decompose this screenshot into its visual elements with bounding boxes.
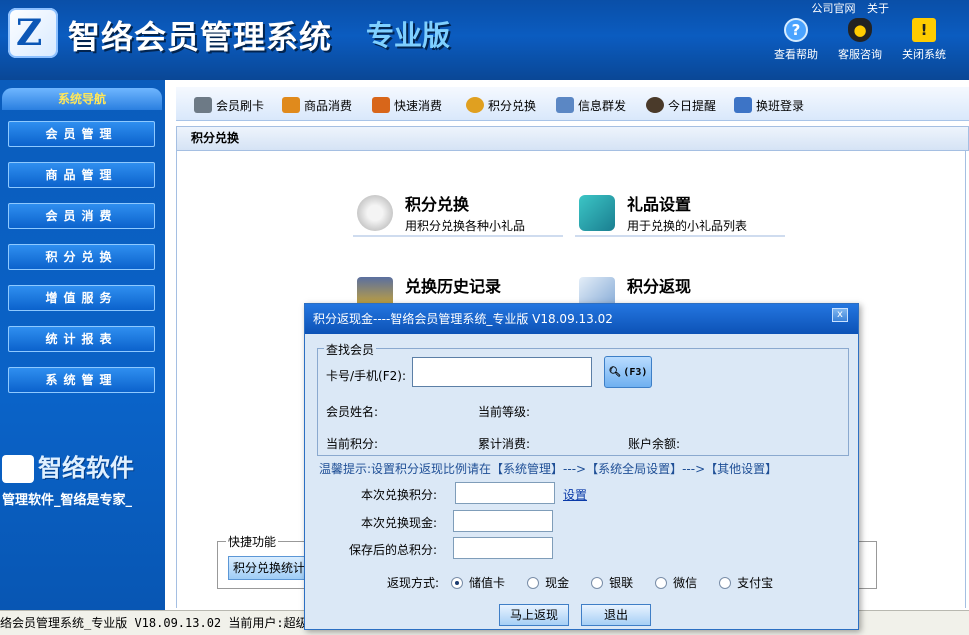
nav-item-consume[interactable]: 会员消费 <box>8 203 155 229</box>
radio-cash[interactable] <box>527 576 540 589</box>
warning-icon: ! <box>912 18 936 42</box>
nav-item-points[interactable]: 积分兑换 <box>8 244 155 270</box>
brand-block: 智络软件 管理软件_智络是专家_ <box>2 448 134 508</box>
breadcrumb: 积分兑换 <box>176 126 969 151</box>
app-title: 智络会员管理系统 <box>68 18 333 56</box>
current-points-label: 当前积分: <box>326 437 379 451</box>
gift-box-icon <box>579 195 615 231</box>
redeem-points-input[interactable] <box>455 482 555 504</box>
tip-text: 温馨提示:设置积分返现比例请在【系统管理】--->【系统全局设置】--->【其他… <box>319 462 778 476</box>
search-icon: 🔍︎ <box>608 366 622 378</box>
toolbar-card-swipe[interactable]: 会员刷卡 <box>194 95 264 115</box>
left-nav: 系统导航 会员管理 商品管理 会员消费 积分兑换 增值服务 统计报表 系统管理 … <box>0 80 165 610</box>
toolbar-mass-message[interactable]: 信息群发 <box>556 95 626 115</box>
brand-logo-icon <box>2 455 34 483</box>
search-member-button[interactable]: 🔍︎ (F3) <box>604 356 652 388</box>
method-unionpay[interactable]: 银联 <box>591 574 633 591</box>
method-cash[interactable]: 现金 <box>527 574 569 591</box>
dialog-title: 积分返现金----智络会员管理系统_专业版 V18.09.13.02 <box>305 304 858 334</box>
shift-login-icon <box>734 97 752 113</box>
card-phone-label: 卡号/手机(F2): <box>326 369 406 383</box>
radio-unionpay[interactable] <box>591 576 604 589</box>
card-phone-input[interactable] <box>412 357 592 387</box>
coin-sparkle-icon <box>357 195 393 231</box>
redeem-cash-input[interactable] <box>453 510 553 532</box>
clock-icon <box>646 97 664 113</box>
exchange-arrows-icon <box>466 97 484 113</box>
member-name-label: 会员姓名: <box>326 405 379 419</box>
account-balance-label: 账户余额: <box>628 437 681 451</box>
radio-alipay[interactable] <box>719 576 732 589</box>
radio-stored-card[interactable] <box>451 576 464 589</box>
qq-penguin-icon: ● <box>848 18 872 42</box>
customer-service-button[interactable]: ● 客服咨询 <box>830 18 890 62</box>
money-bag-icon <box>282 97 300 113</box>
exit-button[interactable]: 退出 <box>581 604 651 626</box>
points-stats-button[interactable]: 积分兑换统计 <box>228 556 314 580</box>
brand-name: 智络软件 <box>2 448 134 483</box>
settings-link[interactable]: 设置 <box>563 486 587 503</box>
close-system-button[interactable]: ! 关闭系统 <box>894 18 954 62</box>
help-icon: ? <box>784 18 808 42</box>
company-site-link[interactable]: 公司官网 <box>812 2 856 15</box>
quick-functions-legend: 快捷功能 <box>226 533 279 550</box>
total-after-input[interactable] <box>453 537 553 559</box>
feature-points-exchange[interactable]: 积分兑换 用积分兑换各种小礼品 <box>353 191 563 237</box>
cashback-method-group: 返现方式: 储值卡 现金 银联 微信 支付宝 <box>387 574 795 591</box>
toolbar-points-exchange[interactable]: 积分兑换 <box>466 95 536 115</box>
cashback-dialog: 积分返现金----智络会员管理系统_专业版 V18.09.13.02 x 查找会… <box>304 303 859 630</box>
nav-title: 系统导航 <box>2 88 162 110</box>
toolbar-shift-login[interactable]: 换班登录 <box>734 95 804 115</box>
close-system-label: 关闭系统 <box>902 48 946 61</box>
redeem-cash-label: 本次兑换现金: <box>361 516 438 530</box>
nav-item-value-added[interactable]: 增值服务 <box>8 285 155 311</box>
about-link[interactable]: 关于 <box>867 2 889 15</box>
help-button[interactable]: ? 查看帮助 <box>766 18 826 62</box>
help-label: 查看帮助 <box>774 48 818 61</box>
method-wechat[interactable]: 微信 <box>655 574 697 591</box>
card-reader-icon <box>194 97 212 113</box>
toolbar: 会员刷卡 商品消费 快速消费 积分兑换 信息群发 今日提醒 换班登录 <box>176 87 969 121</box>
top-links: 公司官网 关于 <box>804 0 890 16</box>
cashback-method-label: 返现方式: <box>387 576 440 590</box>
confirm-cashback-button[interactable]: 马上返现 <box>499 604 569 626</box>
app-logo: Z <box>8 8 58 58</box>
app-edition: 专业版 <box>366 19 451 52</box>
method-stored-card[interactable]: 储值卡 <box>451 574 505 591</box>
mail-icon <box>556 97 574 113</box>
close-icon[interactable]: x <box>832 308 848 322</box>
total-after-label: 保存后的总积分: <box>349 543 438 557</box>
redeem-points-label: 本次兑换积分: <box>361 488 438 502</box>
find-member-legend: 查找会员 <box>324 341 377 358</box>
radio-wechat[interactable] <box>655 576 668 589</box>
member-level-label: 当前等级: <box>478 405 531 419</box>
toolbar-today-reminder[interactable]: 今日提醒 <box>646 95 716 115</box>
nav-item-system[interactable]: 系统管理 <box>8 367 155 393</box>
find-member-group: 查找会员 卡号/手机(F2): 🔍︎ (F3) 会员姓名: 当前等级: 当前积分… <box>317 341 849 456</box>
toolbar-goods-consume[interactable]: 商品消费 <box>282 95 352 115</box>
toolbar-fast-consume[interactable]: 快速消费 <box>372 95 442 115</box>
fast-consume-icon <box>372 97 390 113</box>
feature-gift-settings[interactable]: 礼品设置 用于兑换的小礼品列表 <box>575 191 785 237</box>
customer-service-label: 客服咨询 <box>838 48 882 61</box>
total-consume-label: 累计消费: <box>478 437 531 451</box>
nav-item-member[interactable]: 会员管理 <box>8 121 155 147</box>
nav-item-goods[interactable]: 商品管理 <box>8 162 155 188</box>
app-header: Z 智络会员管理系统 专业版 公司官网 关于 ? 查看帮助 ● 客服咨询 ! 关… <box>0 0 969 80</box>
brand-slogan: 管理软件_智络是专家_ <box>2 493 133 508</box>
method-alipay[interactable]: 支付宝 <box>719 574 773 591</box>
nav-item-reports[interactable]: 统计报表 <box>8 326 155 352</box>
